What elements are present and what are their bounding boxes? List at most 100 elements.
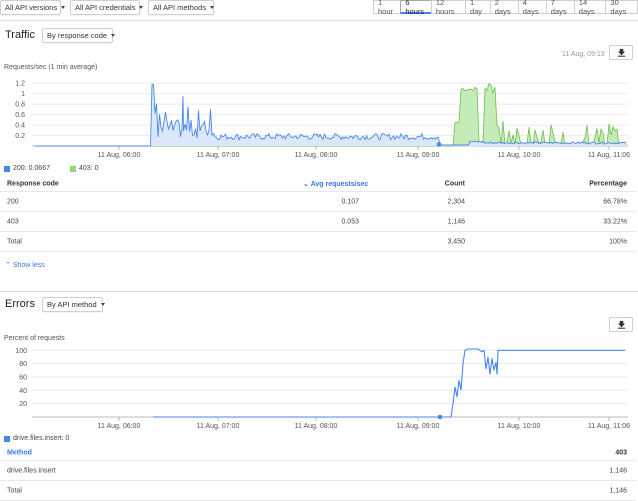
chevron-down-icon — [61, 6, 66, 9]
download-icon — [617, 48, 625, 57]
sort-down-icon: ⌄ — [303, 181, 309, 188]
x-tick-label: 11 Aug, 06:00 — [98, 152, 141, 159]
x-tick-label: 11 Aug, 07:00 — [197, 152, 240, 159]
y-tick-label: 40 — [19, 388, 27, 395]
series-drive-files-insert-line — [153, 348, 625, 418]
download-button[interactable] — [609, 317, 633, 332]
cell-total-count: 3,450 — [447, 238, 465, 245]
x-tick-label: 11 Aug, 08:00 — [295, 423, 338, 430]
cell-count: 2,304 — [447, 198, 465, 205]
time-range-12-hours[interactable]: 12 hours — [430, 0, 466, 16]
x-tick-label: 11 Aug, 09:00 — [397, 152, 440, 159]
y-tick-label: 1.2 — [15, 81, 25, 88]
api-versions-label: All API versions — [5, 3, 58, 12]
divider — [0, 291, 638, 292]
y-tick-label: 20 — [19, 401, 27, 408]
table-row: drive.files.insert 1,146 — [0, 461, 636, 481]
col-avg-label: Avg requests/sec — [310, 181, 369, 188]
x-tick-label: 11 Aug, 11:06 — [588, 423, 630, 430]
errors-group-by-label: By API method — [47, 300, 97, 309]
cell-total-value: 1,146 — [609, 487, 627, 494]
time-range-4-days[interactable]: 4 days — [517, 0, 547, 16]
col-avg-requests[interactable]: ⌄ Avg requests/sec — [303, 180, 368, 188]
time-range-6-hours[interactable]: 6 hours — [400, 0, 432, 16]
table-total-row: Total 3,450 100% — [0, 232, 636, 252]
col-response-code: Response code — [7, 180, 59, 188]
traffic-group-by-label: By response code — [47, 31, 108, 40]
cell-avg: 0.107 — [341, 198, 359, 205]
time-range-14-days[interactable]: 14 days — [573, 0, 607, 16]
time-range-30-days[interactable]: 30 days — [605, 0, 638, 16]
traffic-y-axis-label: Requests/sec (1 min average) — [4, 64, 98, 71]
time-range-1-day[interactable]: 1 day — [464, 0, 491, 16]
table-header: Method 403 — [0, 446, 636, 461]
errors-table: Method 403 drive.files.insert 1,146 Tota… — [0, 446, 636, 501]
traffic-title: Traffic — [5, 29, 35, 41]
y-tick-label: 100 — [15, 348, 27, 355]
cell-pct: 66.78% — [603, 198, 627, 205]
cell-total-label: Total — [7, 487, 22, 494]
chevron-down-icon — [209, 6, 214, 9]
errors-group-by-dropdown[interactable]: By API method — [42, 297, 105, 312]
legend-item-403[interactable]: 403: 0 — [70, 165, 98, 172]
y-tick-label: 1 — [21, 91, 25, 98]
chevron-down-icon — [111, 34, 116, 37]
x-tick-label: 11 Aug, 06:00 — [98, 423, 141, 430]
time-range-7-days[interactable]: 7 days — [545, 0, 575, 16]
cell-total-label: Total — [7, 238, 22, 245]
legend-label-403: 403: 0 — [79, 165, 99, 172]
traffic-group-by-dropdown[interactable]: By response code — [42, 28, 116, 43]
col-percentage: Percentage — [589, 180, 627, 188]
traffic-table: Response code ⌄ Avg requests/sec Count P… — [0, 177, 636, 252]
x-tick-label: 11 Aug, 07:00 — [197, 423, 240, 430]
show-less-link[interactable]: ⌃ Show less — [5, 261, 45, 269]
api-credentials-label: All API credentials — [75, 3, 136, 12]
legend-label-drive-files-insert: drive.files.insert: 0 — [13, 435, 70, 442]
y-tick-label: 0.8 — [15, 102, 25, 109]
cell-code: 403 — [7, 218, 19, 225]
series-hover-point — [437, 414, 443, 420]
table-row: 200 0.107 2,304 66.78% — [0, 192, 636, 212]
y-tick-label: 0.4 — [15, 123, 25, 130]
y-tick-label: 0.6 — [15, 112, 25, 119]
x-tick-label: 11 Aug, 09:00 — [397, 423, 440, 430]
cell-count: 1,146 — [447, 218, 465, 225]
divider — [0, 20, 638, 21]
chevron-down-icon — [139, 6, 144, 9]
time-range-2-days[interactable]: 2 days — [489, 0, 519, 16]
y-tick-label: 80 — [19, 361, 27, 368]
cell-value: 1,146 — [609, 467, 627, 474]
cell-avg: 0.053 — [341, 218, 359, 225]
api-credentials-dropdown[interactable]: All API credentials — [70, 0, 144, 15]
api-versions-dropdown[interactable]: All API versions — [0, 0, 66, 15]
x-tick-label: 11 Aug, 08:00 — [295, 152, 338, 159]
download-button[interactable] — [609, 45, 633, 60]
traffic-chart: 1.2 1 0.8 0.6 0.4 0.2 11 Aug, 06:00 11 Aug, 07:… — [15, 81, 630, 159]
legend-item-drive-files-insert[interactable]: drive.files.insert: 0 — [4, 435, 69, 442]
cell-total-pct: 100% — [609, 238, 627, 245]
x-tick-label: 11 Aug, 11:06 — [588, 152, 630, 159]
legend-swatch-green — [70, 165, 76, 172]
table-header: Response code ⌄ Avg requests/sec Count P… — [0, 177, 636, 192]
y-tick-label: 0.2 — [15, 133, 25, 140]
time-range-1-hour[interactable]: 1 hour — [373, 0, 402, 16]
cell-pct: 33.22% — [603, 218, 627, 225]
y-tick-label: 60 — [19, 375, 27, 382]
table-row: 403 0.053 1,146 33.22% — [0, 212, 636, 232]
chevron-up-icon: ⌃ — [5, 262, 11, 269]
table-total-row: Total 1,146 — [0, 481, 636, 501]
show-less-label: Show less — [12, 262, 45, 269]
x-tick-label: 11 Aug, 10:00 — [498, 152, 541, 159]
cell-method: drive.files.insert — [7, 467, 56, 474]
legend-item-200[interactable]: 200: 0.0667 — [4, 165, 50, 172]
download-icon — [617, 320, 625, 329]
legend-swatch-blue — [4, 165, 10, 172]
legend-swatch-blue — [4, 435, 10, 442]
col-count: Count — [444, 180, 465, 188]
errors-title: Errors — [5, 298, 35, 310]
api-methods-dropdown[interactable]: All API methods — [148, 0, 214, 15]
x-tick-label: 11 Aug, 10:00 — [498, 423, 541, 430]
series-200-hover-point — [436, 142, 442, 147]
col-method[interactable]: Method — [7, 450, 32, 457]
chevron-down-icon — [100, 303, 105, 306]
